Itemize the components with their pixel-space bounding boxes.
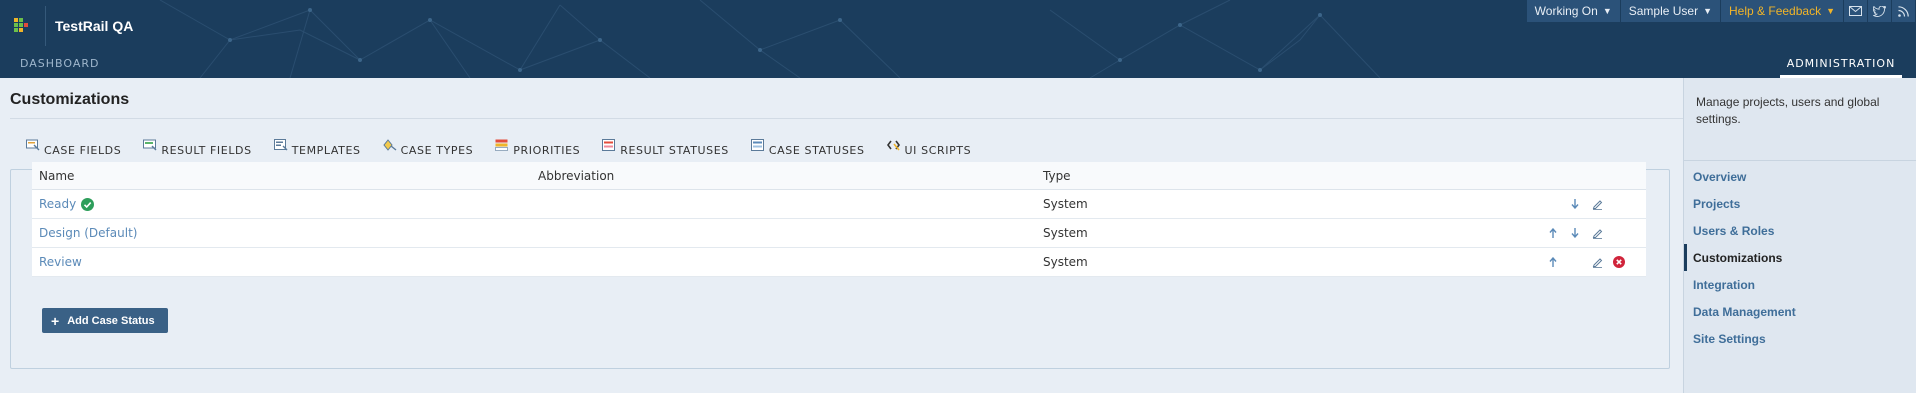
title-divider [10,118,1683,119]
chevron-down-icon: ▼ [1826,6,1835,16]
column-header-type[interactable]: Type [1043,169,1523,183]
approved-check-icon [81,197,95,211]
edit-icon[interactable] [1586,255,1608,269]
admin-sidebar: Manage projects, users and global settin… [1683,78,1916,393]
add-case-status-button[interactable]: + Add Case Status [42,308,168,333]
priorities-icon [495,139,509,151]
sidebar-item-overview[interactable]: Overview [1684,163,1916,190]
case-statuses-icon [750,139,764,151]
sidebar-intro: Manage projects, users and global settin… [1696,95,1880,126]
table-row: Ready System [32,190,1646,219]
status-name-cell: Design (Default) [32,226,538,240]
action-placeholder [1608,226,1630,240]
result-fields-icon [143,139,157,151]
result-statuses-icon [602,139,616,151]
row-actions [1523,190,1646,218]
sidebar-item-integration[interactable]: Integration [1684,271,1916,298]
sidebar-item-users-roles[interactable]: Users & Roles [1684,217,1916,244]
row-actions [1523,219,1646,247]
page-title: Customizations [10,91,130,108]
table-row: Review System [32,248,1646,277]
status-name-link[interactable]: Design (Default) [39,226,137,240]
mail-icon[interactable] [1844,0,1868,22]
status-name-cell: Ready [32,197,538,211]
tab-label: CASE TYPES [400,144,474,157]
chevron-down-icon: ▼ [1703,6,1713,16]
sidebar-divider [1684,160,1916,161]
tab-label: RESULT FIELDS [161,144,252,157]
action-placeholder [1608,197,1630,211]
ui-scripts-icon [886,140,900,151]
case-fields-icon [26,139,40,151]
tab-label: PRIORITIES [513,144,581,157]
app-header: TestRail QA Working On ▼ Sample User ▼ H… [0,0,1916,78]
table-header: Name Abbreviation Type [32,162,1646,190]
move-up-icon[interactable] [1542,226,1564,240]
app-name[interactable]: TestRail QA [55,18,133,34]
plus-icon: + [51,312,60,329]
sidebar-item-data-management[interactable]: Data Management [1684,298,1916,325]
brand-separator [45,6,46,46]
testrail-logo-icon [14,18,30,36]
tab-label: RESULT STATUSES [620,144,729,157]
delete-icon[interactable] [1608,255,1630,269]
move-up-icon[interactable] [1542,255,1564,269]
column-header-name[interactable]: Name [32,169,538,183]
edit-icon[interactable] [1586,226,1608,240]
rss-icon[interactable] [1892,0,1916,22]
row-actions [1523,248,1646,276]
templates-icon [273,139,288,151]
working-on-label: Working On [1534,4,1598,18]
add-case-status-label: Add Case Status [67,314,155,327]
twitter-icon[interactable] [1868,0,1892,22]
tab-label: TEMPLATES [291,144,361,157]
top-toolbar: Working On ▼ Sample User ▼ Help & Feedba… [1526,0,1916,22]
column-header-abbreviation[interactable]: Abbreviation [538,169,1043,183]
main-content: Customizations CASE FIELDS RESULT FIELDS… [0,78,1683,393]
type-cell: System [1043,255,1088,269]
user-menu-dropdown[interactable]: Sample User ▼ [1620,0,1722,22]
user-name: Sample User [1628,4,1699,18]
table-row: Design (Default) System [32,219,1646,248]
status-name-link[interactable]: Ready [39,197,76,211]
status-name-cell: Review [32,255,538,269]
help-feedback-label: Help & Feedback [1729,4,1822,18]
case-types-icon [382,139,397,151]
edit-icon[interactable] [1586,197,1608,211]
sidebar-item-site-settings[interactable]: Site Settings [1684,325,1916,352]
case-statuses-table: Name Abbreviation Type Ready System Desi… [32,162,1646,277]
nav-administration-tab[interactable]: ADMINISTRATION [1780,50,1902,78]
nav-dashboard-link[interactable]: DASHBOARD [20,57,100,70]
sidebar-item-projects[interactable]: Projects [1684,190,1916,217]
type-cell: System [1043,226,1088,240]
chevron-down-icon: ▼ [1602,6,1612,16]
move-down-icon[interactable] [1564,226,1586,240]
move-down-icon[interactable] [1564,197,1586,211]
tab-label: CASE STATUSES [768,144,865,157]
sidebar-nav: Overview Projects Users & Roles Customiz… [1684,163,1916,352]
sidebar-item-customizations[interactable]: Customizations [1684,244,1916,271]
column-header-actions [1523,162,1646,189]
help-feedback-dropdown[interactable]: Help & Feedback ▼ [1721,0,1844,22]
action-placeholder [1564,255,1586,269]
working-on-dropdown[interactable]: Working On ▼ [1526,0,1621,22]
tab-label: UI SCRIPTS [904,144,972,157]
status-name-link[interactable]: Review [39,255,82,269]
type-cell: System [1043,197,1088,211]
tab-label: CASE FIELDS [44,144,122,157]
